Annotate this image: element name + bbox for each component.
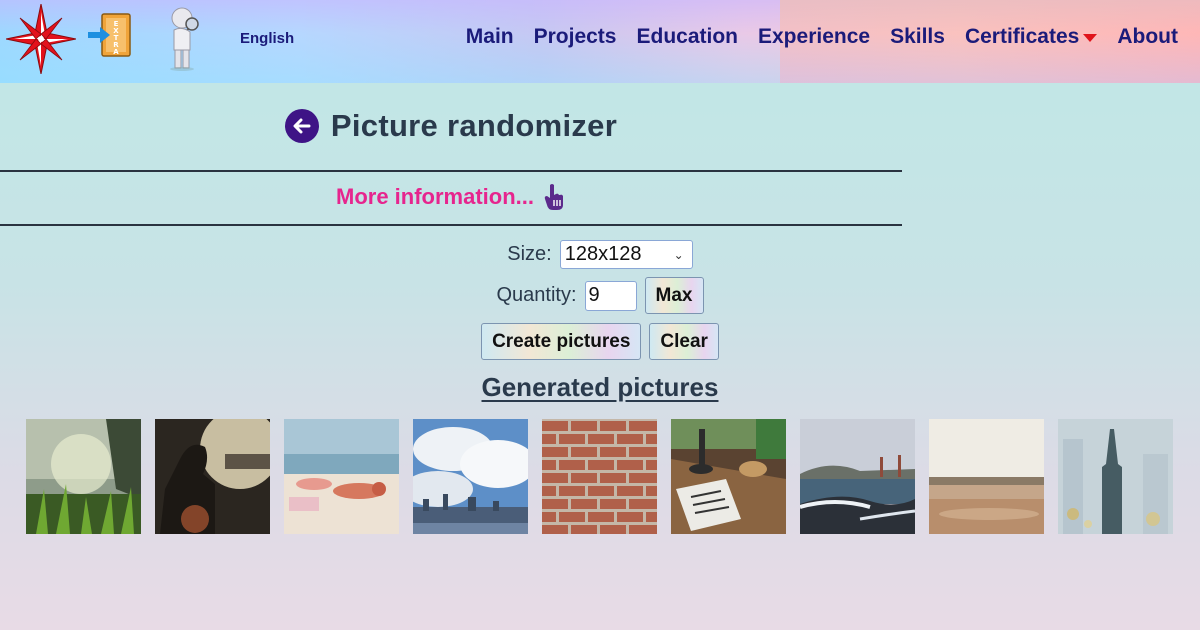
gallery-image-silhouette[interactable]: [155, 419, 270, 534]
arrow-left-icon: [293, 118, 311, 134]
nav-main-label: Main: [465, 25, 514, 48]
gallery-image-desk[interactable]: [671, 419, 786, 534]
nav-projects-label: Projects: [533, 25, 617, 48]
quantity-input[interactable]: [584, 280, 637, 311]
gallery-image-bricks[interactable]: [542, 419, 657, 534]
quantity-label: Quantity:: [496, 284, 577, 306]
dropdown-caret-icon: [1083, 34, 1098, 42]
extra-exit-icon[interactable]: E X T R A: [86, 12, 134, 58]
gallery-image-tower[interactable]: [1058, 419, 1173, 534]
generated-gallery: [26, 419, 1173, 534]
nav-certificates-label: Certificates: [964, 25, 1080, 48]
clear-button[interactable]: Clear: [649, 323, 719, 360]
nav-experience-label: Experience: [758, 25, 871, 48]
nav-education[interactable]: Education: [636, 25, 738, 49]
nav-education-label: Education: [636, 25, 738, 48]
create-pictures-button[interactable]: Create pictures: [481, 323, 642, 360]
nav-skills[interactable]: Skills: [890, 25, 945, 49]
nav-about[interactable]: About: [1117, 25, 1178, 49]
page-title-row: Picture randomizer: [0, 108, 902, 144]
compass-logo-icon[interactable]: [6, 4, 76, 74]
size-select[interactable]: 128x128 ⌄: [559, 240, 693, 269]
gallery-image-grass[interactable]: [26, 419, 141, 534]
nav-main[interactable]: Main: [466, 25, 514, 49]
divider-bottom: [0, 224, 902, 226]
search-person-icon[interactable]: [164, 6, 204, 72]
size-select-value: 128x128: [564, 243, 642, 265]
size-label: Size:: [507, 243, 552, 265]
divider-top: [0, 170, 902, 172]
svg-text:A: A: [113, 48, 119, 56]
nav-certificates[interactable]: Certificates: [964, 25, 1098, 49]
top-header: E X T R A English Main Projects Educatio…: [0, 0, 1200, 83]
nav-skills-label: Skills: [890, 25, 945, 48]
gallery-image-skyline[interactable]: [413, 419, 528, 534]
quantity-row: Quantity: Max: [0, 277, 1200, 314]
gallery-image-shore[interactable]: [929, 419, 1044, 534]
max-button[interactable]: Max: [644, 277, 704, 314]
pointing-hand-icon: [544, 184, 563, 210]
nav-about-label: About: [1117, 25, 1178, 48]
more-info-link[interactable]: More information...: [336, 184, 534, 210]
gallery-image-beach[interactable]: [284, 419, 399, 534]
more-info-toggle[interactable]: More information...: [0, 183, 902, 211]
main-nav: Main Projects Education Experience Skill…: [466, 25, 1178, 49]
generated-pictures-heading: Generated pictures: [481, 372, 719, 402]
size-row: Size: 128x128 ⌄: [0, 240, 1200, 269]
page-title: Picture randomizer: [330, 108, 618, 143]
action-buttons-row: Create pictures Clear: [0, 323, 1200, 360]
nav-experience[interactable]: Experience: [758, 25, 870, 49]
nav-projects[interactable]: Projects: [534, 25, 617, 49]
back-button[interactable]: [284, 109, 319, 143]
language-switch[interactable]: English: [240, 30, 294, 47]
chevron-down-icon: ⌄: [673, 247, 684, 262]
gallery-image-golden-gate[interactable]: [800, 419, 915, 534]
